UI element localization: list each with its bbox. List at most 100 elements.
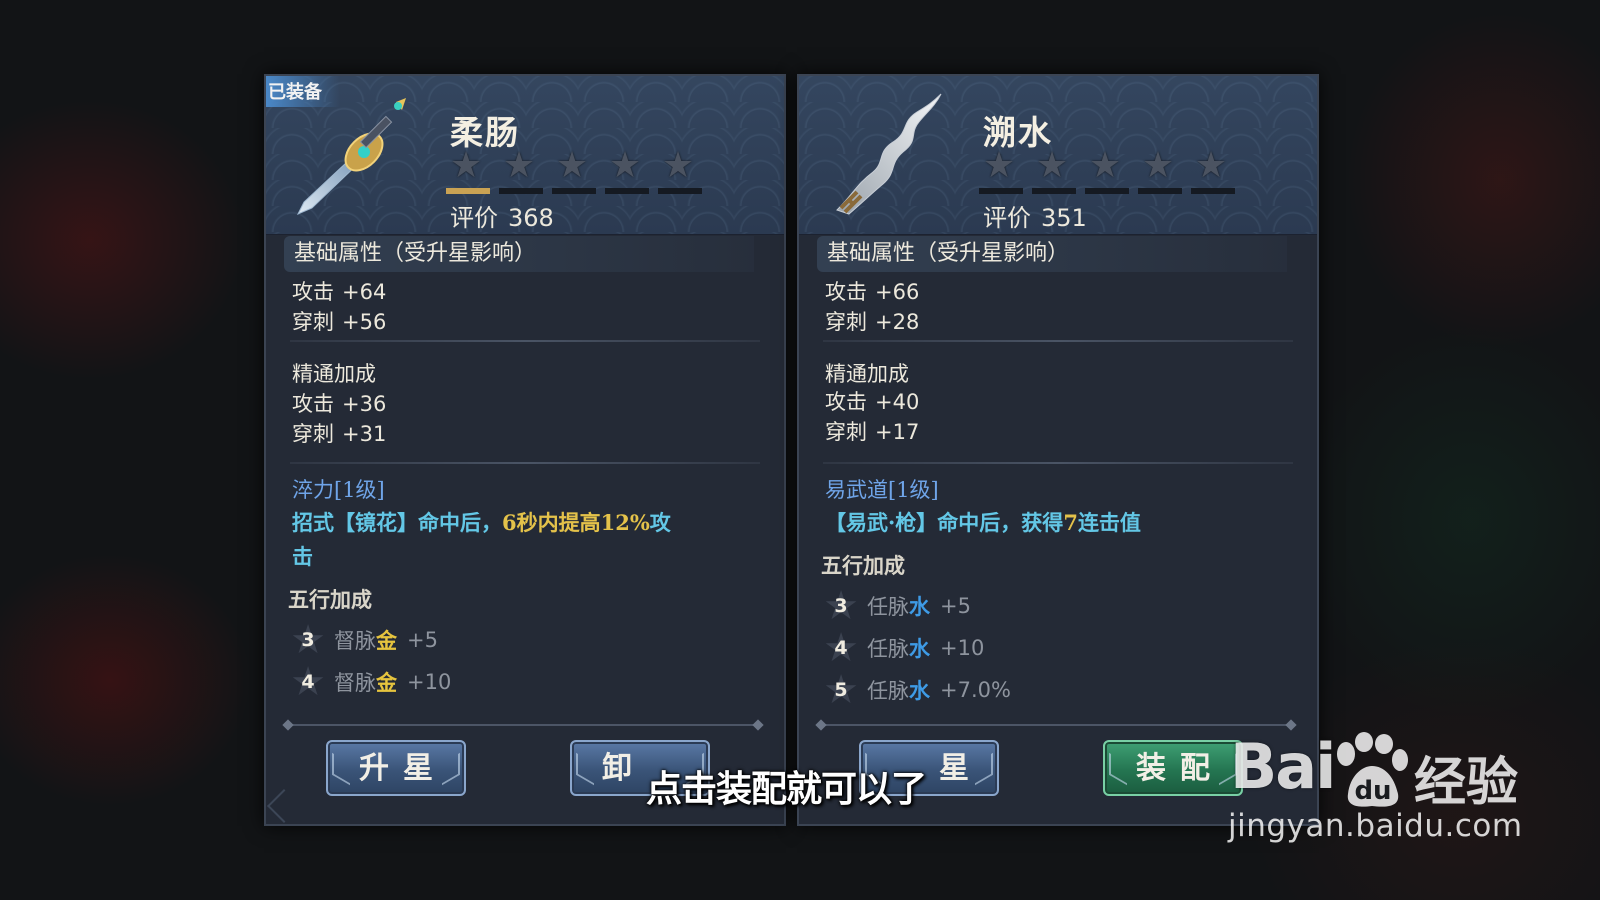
- stat-pierce: 穿刺 +28: [825, 306, 919, 336]
- meridian-label: 任脉: [867, 595, 909, 619]
- mastery-pierce: 穿刺 +17: [825, 416, 919, 446]
- star-icon: ★: [1035, 145, 1069, 186]
- sword-icon: [296, 98, 406, 215]
- corner-ornament: [267, 789, 301, 823]
- skill-title: 易武道[1级]: [825, 478, 939, 502]
- level-star-icon: ★ 3: [290, 617, 326, 663]
- jingyan-label: 经验: [1414, 753, 1519, 813]
- equipped-item-panel: 已装备 柔肠 ★ ★ ★ ★ ★ 评价 368 基础属性（受升星影响） 攻击 +64…: [264, 74, 786, 826]
- scroll-fade: [266, 698, 784, 724]
- mastery-title: 精通加成: [292, 362, 376, 386]
- equip-button[interactable]: 装配: [1103, 740, 1243, 796]
- item-header: 溯水 ★ ★ ★ ★ ★ 评价 351: [799, 76, 1317, 235]
- star-progress: [979, 188, 1235, 194]
- wuxing-row: ★ 5 任脉水 +7.0%: [821, 670, 1011, 710]
- spear-icon: [836, 93, 942, 215]
- stat-label: 攻击: [825, 390, 867, 414]
- element-label: 水: [909, 594, 930, 619]
- wuxing-title: 五行加成: [821, 553, 905, 578]
- wuxing-value: +7.0%: [940, 678, 1011, 702]
- mastery-title: 精通加成: [825, 362, 909, 386]
- meridian-label: 任脉: [867, 637, 909, 661]
- skill-desc-highlight: 6秒内提高12%: [502, 510, 650, 535]
- item-attributes: 基础属性（受升星影响） 攻击 +64 穿刺 +56 精通加成 攻击 +36 穿刺 +31…: [266, 236, 784, 824]
- meridian-label: 任脉: [867, 679, 909, 703]
- star-progress-segment: [605, 188, 649, 194]
- rating: 评价 351: [983, 198, 1087, 233]
- scroll-indicator[interactable]: [821, 724, 1291, 726]
- star-progress-segment: [499, 188, 543, 194]
- base-attributes-title: 基础属性（受升星影响）: [817, 236, 1287, 272]
- star-icon: ★: [1141, 145, 1175, 186]
- star-progress-segment: [1138, 188, 1182, 194]
- element-label: 金: [376, 670, 397, 695]
- wuxing-row: ★ 3 任脉水 +5: [821, 586, 971, 626]
- element-label: 水: [909, 636, 930, 661]
- star-icon: ★: [449, 145, 483, 186]
- rating-value: 368: [508, 204, 554, 232]
- scroll-indicator[interactable]: [288, 724, 758, 726]
- star-progress-segment: [979, 188, 1023, 194]
- baidu-jingyan-watermark: Bai du 经验 jingyan.baidu.com: [1228, 730, 1522, 860]
- meridian-label: 督脉: [334, 671, 376, 695]
- mastery-pierce: 穿刺 +31: [292, 418, 386, 448]
- wuxing-value: +10: [407, 670, 452, 694]
- wuxing-title: 五行加成: [288, 587, 372, 612]
- divider: [290, 340, 760, 342]
- wuxing-value: +5: [407, 628, 438, 652]
- skill-desc-highlight: 7: [1063, 510, 1078, 535]
- stat-label: 穿刺: [292, 422, 334, 446]
- skill-description: 【易武·枪】命中后，获得7连击值: [825, 506, 1295, 540]
- skill-desc-text: 连击值: [1077, 510, 1141, 535]
- element-label: 金: [376, 628, 397, 653]
- compare-item-panel: 溯水 ★ ★ ★ ★ ★ 评价 351 基础属性（受升星影响） 攻击 +66 穿刺 +…: [797, 74, 1319, 826]
- meridian-label: 督脉: [334, 629, 376, 653]
- stat-label: 穿刺: [825, 310, 867, 334]
- star-progress-segment: [1032, 188, 1076, 194]
- star-icon: ★: [1088, 145, 1122, 186]
- star-rating: ★ ★ ★ ★ ★: [446, 146, 698, 186]
- stat-value: +40: [875, 390, 920, 414]
- mastery-attack: 攻击 +36: [292, 388, 386, 418]
- wuxing-row: ★ 4 任脉水 +10: [821, 628, 984, 668]
- wuxing-row: ★ 3 督脉金 +5: [288, 620, 438, 660]
- baidu-paw-icon: du: [1337, 732, 1408, 807]
- rating-value: 351: [1041, 204, 1087, 232]
- star-progress: [446, 188, 702, 194]
- star-icon: ★: [661, 145, 695, 186]
- stat-value: +31: [342, 422, 387, 446]
- skill-desc-text: 【易武·枪】命中后，获得: [825, 510, 1064, 535]
- wuxing-row: ★ 4 督脉金 +10: [288, 662, 451, 702]
- star-progress-segment: [1191, 188, 1235, 194]
- skill-desc-text: 招式【镜花】命中后，: [292, 510, 502, 535]
- level-star-icon: ★ 5: [823, 667, 859, 713]
- level-star-icon: ★ 4: [823, 625, 859, 671]
- svg-text:du: du: [1354, 776, 1391, 806]
- skill-desc-text: 击: [292, 544, 313, 569]
- star-icon: ★: [1194, 145, 1228, 186]
- element-label: 水: [909, 678, 930, 703]
- star-progress-segment: [446, 188, 490, 194]
- stat-label: 攻击: [292, 392, 334, 416]
- skill-desc-text: 攻: [649, 510, 671, 535]
- star-icon: ★: [555, 145, 589, 186]
- equipped-badge: 已装备: [266, 76, 340, 107]
- skill-description: 招式【镜花】命中后，6秒内提高12%攻击: [292, 506, 762, 574]
- wuxing-value: +5: [940, 594, 971, 618]
- divider: [823, 340, 1293, 342]
- stat-attack: 攻击 +66: [825, 276, 919, 306]
- level-star-icon: ★ 4: [290, 659, 326, 705]
- baidu-logo-text: Bai: [1230, 730, 1336, 803]
- stat-label: 穿刺: [825, 420, 867, 444]
- video-subtitle: 点击装配就可以了: [646, 769, 927, 810]
- upgrade-star-button[interactable]: 升星: [326, 740, 466, 796]
- divider: [823, 462, 1293, 464]
- stat-value: +56: [342, 310, 387, 334]
- mastery-attack: 攻击 +40: [825, 386, 919, 416]
- skill-title: 淬力[1级]: [292, 478, 385, 502]
- item-header: 已装备 柔肠 ★ ★ ★ ★ ★ 评价 368: [266, 76, 784, 235]
- level-star-icon: ★ 3: [823, 583, 859, 629]
- star-icon: ★: [608, 145, 642, 186]
- stat-value: +36: [342, 392, 387, 416]
- star-progress-segment: [658, 188, 702, 194]
